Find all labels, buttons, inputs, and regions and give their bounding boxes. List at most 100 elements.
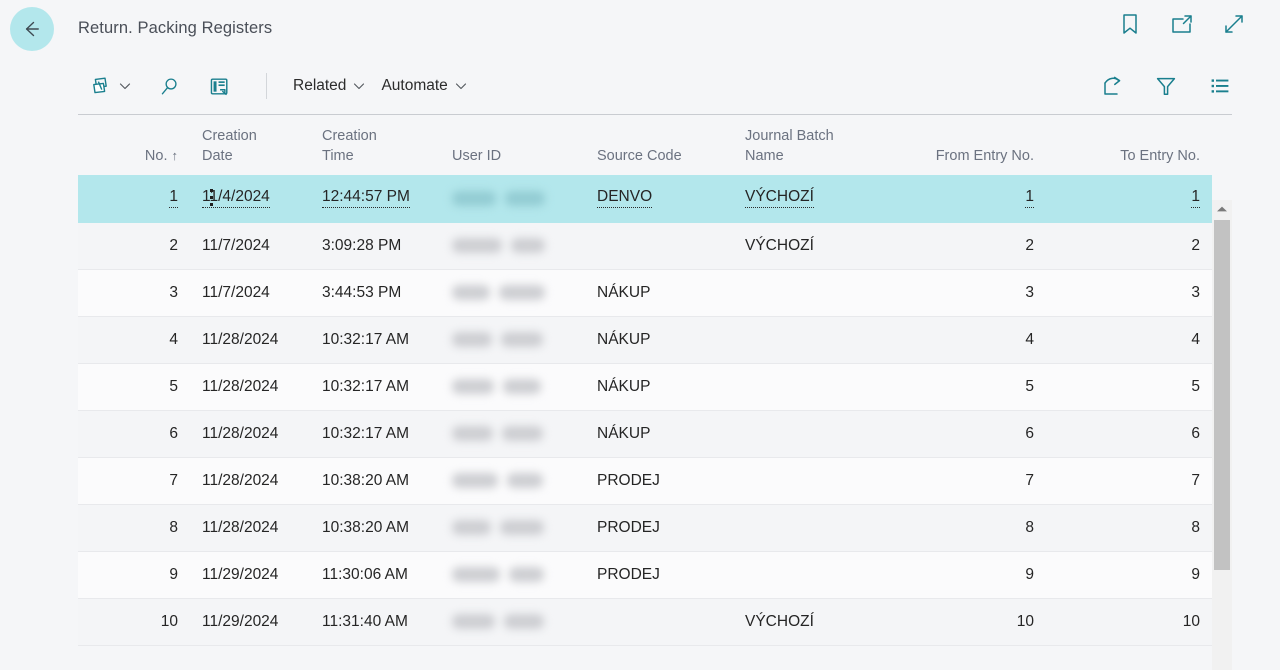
cell-source_code[interactable]: DENVO <box>585 175 733 222</box>
row-context-menu-button[interactable] <box>204 189 218 207</box>
cell-to_entry_no[interactable]: 5 <box>1046 363 1212 410</box>
cell-source_code[interactable] <box>585 222 733 269</box>
table-row[interactable]: 211/7/20243:09:28 PMVÝCHOZÍ22 <box>78 222 1212 269</box>
cell-to_entry_no[interactable]: 8 <box>1046 504 1212 551</box>
cell-to_entry_no[interactable]: 1 <box>1046 175 1212 222</box>
cell-to_entry_no[interactable]: 4 <box>1046 316 1212 363</box>
column-header-creation_date[interactable]: CreationDate <box>190 115 310 175</box>
table-row[interactable]: 611/28/202410:32:17 AMNÁKUP66 <box>78 410 1212 457</box>
cell-creation_time[interactable]: 11:30:06 AM <box>310 551 440 598</box>
cell-from_entry_no[interactable]: 9 <box>880 551 1046 598</box>
cell-source_code[interactable]: PRODEJ <box>585 504 733 551</box>
cell-to_entry_no[interactable]: 9 <box>1046 551 1212 598</box>
cell-from_entry_no[interactable]: 10 <box>880 598 1046 645</box>
cell-no[interactable]: 3 <box>78 269 190 316</box>
cell-source_code[interactable]: NÁKUP <box>585 410 733 457</box>
cell-creation_time[interactable]: 10:32:17 AM <box>310 410 440 457</box>
share-button[interactable] <box>1100 74 1124 98</box>
cell-from_entry_no[interactable]: 5 <box>880 363 1046 410</box>
column-header-from_entry_no[interactable]: From Entry No. <box>880 115 1046 175</box>
column-header-source_code[interactable]: Source Code <box>585 115 733 175</box>
cell-creation_date[interactable]: 11/28/2024 <box>190 457 310 504</box>
cell-no[interactable]: 4 <box>78 316 190 363</box>
cell-creation_date[interactable]: 11/29/2024 <box>190 598 310 645</box>
cell-batch_name[interactable] <box>733 269 880 316</box>
table-row[interactable]: 911/29/202411:30:06 AMPRODEJ99 <box>78 551 1212 598</box>
cell-batch_name[interactable] <box>733 551 880 598</box>
process-button[interactable] <box>78 68 148 104</box>
scroll-up-button[interactable] <box>1212 200 1232 218</box>
cell-no[interactable]: 5 <box>78 363 190 410</box>
cell-user_id[interactable] <box>440 551 585 598</box>
cell-no[interactable]: 9 <box>78 551 190 598</box>
cell-no[interactable]: 10 <box>78 598 190 645</box>
table-row[interactable]: 1011/29/202411:31:40 AMVÝCHOZÍ1010 <box>78 598 1212 645</box>
cell-batch_name[interactable] <box>733 316 880 363</box>
cell-creation_date[interactable]: 11/7/2024 <box>190 222 310 269</box>
table-row[interactable]: 811/28/202410:38:20 AMPRODEJ88 <box>78 504 1212 551</box>
open-in-new-window-icon[interactable] <box>1170 12 1194 36</box>
cell-creation_time[interactable]: 3:09:28 PM <box>310 222 440 269</box>
table-row[interactable]: 311/7/20243:44:53 PMNÁKUP33 <box>78 269 1212 316</box>
filter-button[interactable] <box>1154 74 1178 98</box>
cell-creation_date[interactable]: 11/28/2024 <box>190 316 310 363</box>
cell-source_code[interactable]: NÁKUP <box>585 363 733 410</box>
cell-user_id[interactable] <box>440 410 585 457</box>
column-header-to_entry_no[interactable]: To Entry No. <box>1046 115 1212 175</box>
table-row[interactable]: 111/4/202412:44:57 PMDENVOVÝCHOZÍ11 <box>78 175 1212 222</box>
cell-user_id[interactable] <box>440 316 585 363</box>
cell-creation_time[interactable]: 12:44:57 PM <box>310 175 440 222</box>
cell-source_code[interactable]: PRODEJ <box>585 457 733 504</box>
cell-source_code[interactable] <box>585 598 733 645</box>
cell-to_entry_no[interactable]: 2 <box>1046 222 1212 269</box>
cell-from_entry_no[interactable]: 1 <box>880 175 1046 222</box>
cell-batch_name[interactable] <box>733 410 880 457</box>
column-header-creation_time[interactable]: CreationTime <box>310 115 440 175</box>
cell-source_code[interactable]: NÁKUP <box>585 269 733 316</box>
cell-to_entry_no[interactable]: 10 <box>1046 598 1212 645</box>
cell-from_entry_no[interactable]: 2 <box>880 222 1046 269</box>
options-button[interactable] <box>1208 74 1232 98</box>
cell-user_id[interactable] <box>440 269 585 316</box>
column-header-batch_name[interactable]: Journal BatchName <box>733 115 880 175</box>
cell-no[interactable]: 7 <box>78 457 190 504</box>
cell-batch_name[interactable]: VÝCHOZÍ <box>733 222 880 269</box>
cell-creation_date[interactable]: 11/28/2024 <box>190 410 310 457</box>
scroll-down-area[interactable] <box>1212 652 1232 670</box>
cell-creation_date[interactable]: 11/28/2024 <box>190 504 310 551</box>
cell-creation_time[interactable]: 10:38:20 AM <box>310 457 440 504</box>
open-in-excel-button[interactable] <box>198 69 248 104</box>
cell-to_entry_no[interactable]: 6 <box>1046 410 1212 457</box>
expand-icon[interactable] <box>1222 12 1246 36</box>
related-menu[interactable]: Related <box>285 71 373 101</box>
cell-no[interactable]: 8 <box>78 504 190 551</box>
cell-from_entry_no[interactable]: 6 <box>880 410 1046 457</box>
cell-from_entry_no[interactable]: 7 <box>880 457 1046 504</box>
bookmark-icon[interactable] <box>1118 12 1142 36</box>
table-row[interactable]: 411/28/202410:32:17 AMNÁKUP44 <box>78 316 1212 363</box>
cell-from_entry_no[interactable]: 8 <box>880 504 1046 551</box>
cell-creation_time[interactable]: 10:32:17 AM <box>310 363 440 410</box>
cell-from_entry_no[interactable]: 4 <box>880 316 1046 363</box>
cell-no[interactable]: 1 <box>78 175 190 222</box>
cell-to_entry_no[interactable]: 7 <box>1046 457 1212 504</box>
cell-user_id[interactable] <box>440 504 585 551</box>
back-button[interactable] <box>10 7 54 51</box>
cell-source_code[interactable]: NÁKUP <box>585 316 733 363</box>
column-header-user_id[interactable]: User ID <box>440 115 585 175</box>
cell-batch_name[interactable] <box>733 504 880 551</box>
cell-source_code[interactable]: PRODEJ <box>585 551 733 598</box>
cell-user_id[interactable] <box>440 175 585 222</box>
cell-user_id[interactable] <box>440 363 585 410</box>
vertical-scrollbar[interactable] <box>1212 200 1232 670</box>
cell-user_id[interactable] <box>440 222 585 269</box>
table-row[interactable]: 711/28/202410:38:20 AMPRODEJ77 <box>78 457 1212 504</box>
cell-user_id[interactable] <box>440 457 585 504</box>
cell-no[interactable]: 2 <box>78 222 190 269</box>
cell-creation_date[interactable]: 11/29/2024 <box>190 551 310 598</box>
cell-creation_date[interactable]: 11/7/2024 <box>190 269 310 316</box>
automate-menu[interactable]: Automate <box>373 71 474 101</box>
cell-creation_date[interactable]: 11/28/2024 <box>190 363 310 410</box>
search-button[interactable] <box>148 69 198 104</box>
table-row[interactable]: 511/28/202410:32:17 AMNÁKUP55 <box>78 363 1212 410</box>
